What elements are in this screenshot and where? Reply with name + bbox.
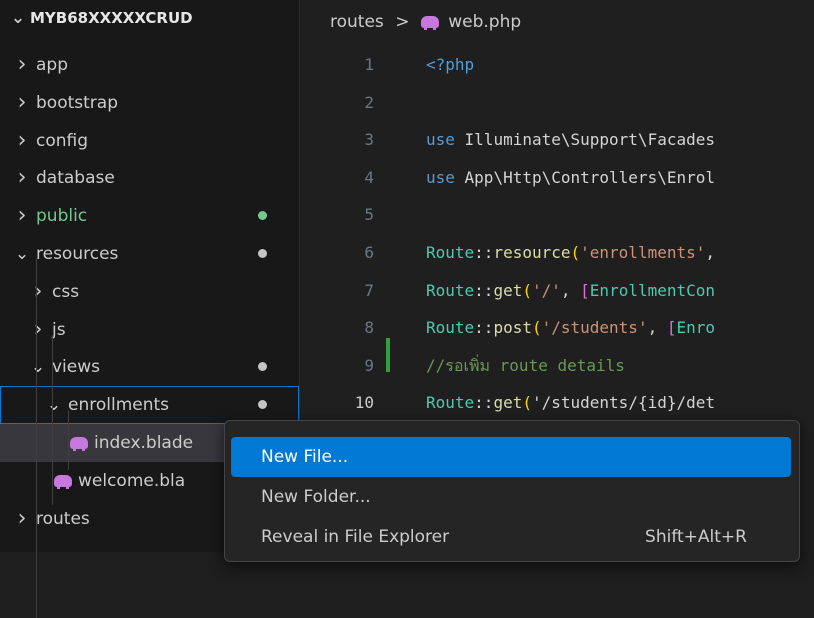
code-text: //รอเพิ่ม route details xyxy=(426,355,625,375)
chevron-right-icon: › xyxy=(17,505,27,531)
breadcrumb-file[interactable]: web.php xyxy=(448,12,521,32)
chevron-down-icon: ⌄ xyxy=(30,357,46,378)
line-number: 6 xyxy=(364,243,374,262)
tree-item-views[interactable]: ⌄ views xyxy=(0,348,299,386)
line-number: 7 xyxy=(364,280,374,300)
indent-guide xyxy=(36,258,37,618)
line-number: 10 xyxy=(354,393,374,413)
php-elephant-icon xyxy=(70,437,88,451)
chevron-right-icon: › xyxy=(33,316,43,342)
line-number: 8 xyxy=(364,318,374,338)
code-text: use Illuminate\Support\Facades xyxy=(426,130,715,150)
tree-item-label: bootstrap xyxy=(36,92,118,113)
menu-item-new-file[interactable]: New File... xyxy=(231,437,791,477)
chevron-right-icon: › xyxy=(17,89,27,115)
tree-item-label: routes xyxy=(36,508,90,529)
tree-item-config[interactable]: › config xyxy=(0,122,299,160)
code-text: Route::post('/students', [Enro xyxy=(426,318,716,338)
tree-item-label: css xyxy=(52,281,80,302)
git-status-dot xyxy=(258,249,267,258)
code-text: Route::get('/students/{id}/det xyxy=(426,393,716,413)
breadcrumb: routes > web.php xyxy=(330,12,521,32)
chevron-right-icon: › xyxy=(17,203,27,229)
chevron-right-icon: › xyxy=(17,52,27,77)
tree-item-database[interactable]: › database xyxy=(0,159,299,197)
code-line[interactable]: 2 xyxy=(300,86,814,120)
explorer-root-header[interactable]: ⌄ MYB68XXXXXCRUD xyxy=(0,0,299,36)
chevron-down-icon: ⌄ xyxy=(10,8,26,28)
chevron-down-icon: ⌄ xyxy=(46,395,62,416)
code-line[interactable]: 6 Route::resource('enrollments', xyxy=(300,236,814,270)
tree-item-label: index.blade xyxy=(94,433,194,453)
tree-item-label: welcome.bla xyxy=(78,470,186,491)
code-text: Route::get('/', [EnrollmentCon xyxy=(426,280,716,300)
git-status-dot xyxy=(258,362,267,372)
tree-item-css[interactable]: › css xyxy=(0,273,299,311)
line-number: 4 xyxy=(364,167,374,187)
tree-item-bootstrap[interactable]: › bootstrap xyxy=(0,84,299,122)
tree-item-label: config xyxy=(36,130,89,151)
tree-item-public[interactable]: › public xyxy=(0,197,299,235)
code-text: <?php xyxy=(426,55,475,74)
chevron-down-icon: ⌄ xyxy=(14,244,30,264)
code-line[interactable]: 8 Route::post('/students', [Enro xyxy=(300,311,814,345)
code-line[interactable]: 5 xyxy=(300,198,814,232)
tree-item-enrollments[interactable]: ⌄ enrollments xyxy=(0,386,299,425)
line-number: 2 xyxy=(364,92,374,112)
tree-item-app[interactable]: › app xyxy=(0,46,299,84)
tree-item-label: js xyxy=(52,319,66,340)
tree-item-label: database xyxy=(36,168,115,189)
breadcrumb-folder[interactable]: routes xyxy=(330,12,384,32)
line-number: 9 xyxy=(364,355,374,375)
git-status-dot xyxy=(258,400,267,410)
code-text: Route::resource('enrollments', xyxy=(426,243,716,262)
code-line[interactable]: 1 <?php xyxy=(300,48,814,82)
line-number: 1 xyxy=(364,55,374,74)
git-status-dot xyxy=(258,211,267,221)
context-menu: New File... New Folder... Reveal in File… xyxy=(224,420,800,562)
tree-item-label: app xyxy=(36,55,68,75)
menu-item-new-folder[interactable]: New Folder... xyxy=(231,477,791,517)
line-number: 5 xyxy=(364,205,374,225)
tree-item-label: resources xyxy=(36,244,119,264)
tree-item-label: views xyxy=(52,357,101,378)
chevron-right-icon: › xyxy=(17,127,27,153)
tree-item-js[interactable]: › js xyxy=(0,311,299,349)
php-elephant-icon xyxy=(54,474,72,489)
indent-guide xyxy=(52,335,53,505)
line-number: 3 xyxy=(364,130,374,150)
php-elephant-icon xyxy=(420,16,439,30)
code-text: use App\Http\Controllers\Enrol xyxy=(426,167,715,187)
chevron-right-icon: › xyxy=(33,278,43,304)
root-folder-label: MYB68XXXXXCRUD xyxy=(30,9,193,27)
tree-item-label: public xyxy=(36,206,88,227)
menu-item-reveal-in-explorer[interactable]: Reveal in File Explorer Shift+Alt+R xyxy=(231,517,791,557)
git-added-marker xyxy=(386,338,390,372)
code-line[interactable]: 7 Route::get('/', [EnrollmentCon xyxy=(300,274,814,308)
code-line[interactable]: 9 //รอเพิ่ม route details xyxy=(300,349,814,383)
shortcut-label: Shift+Alt+R xyxy=(645,527,747,547)
code-line[interactable]: 4 use App\Http\Controllers\Enrol xyxy=(300,161,814,195)
code-line[interactable]: 3 use Illuminate\Support\Facades xyxy=(300,123,814,157)
tree-item-label: enrollments xyxy=(68,395,170,416)
indent-guide xyxy=(68,410,69,470)
tree-item-resources[interactable]: ⌄ resources xyxy=(0,235,299,273)
code-line[interactable]: 10 Route::get('/students/{id}/det xyxy=(300,386,814,420)
chevron-right-icon: › xyxy=(17,165,27,191)
breadcrumb-separator: > xyxy=(395,12,410,32)
